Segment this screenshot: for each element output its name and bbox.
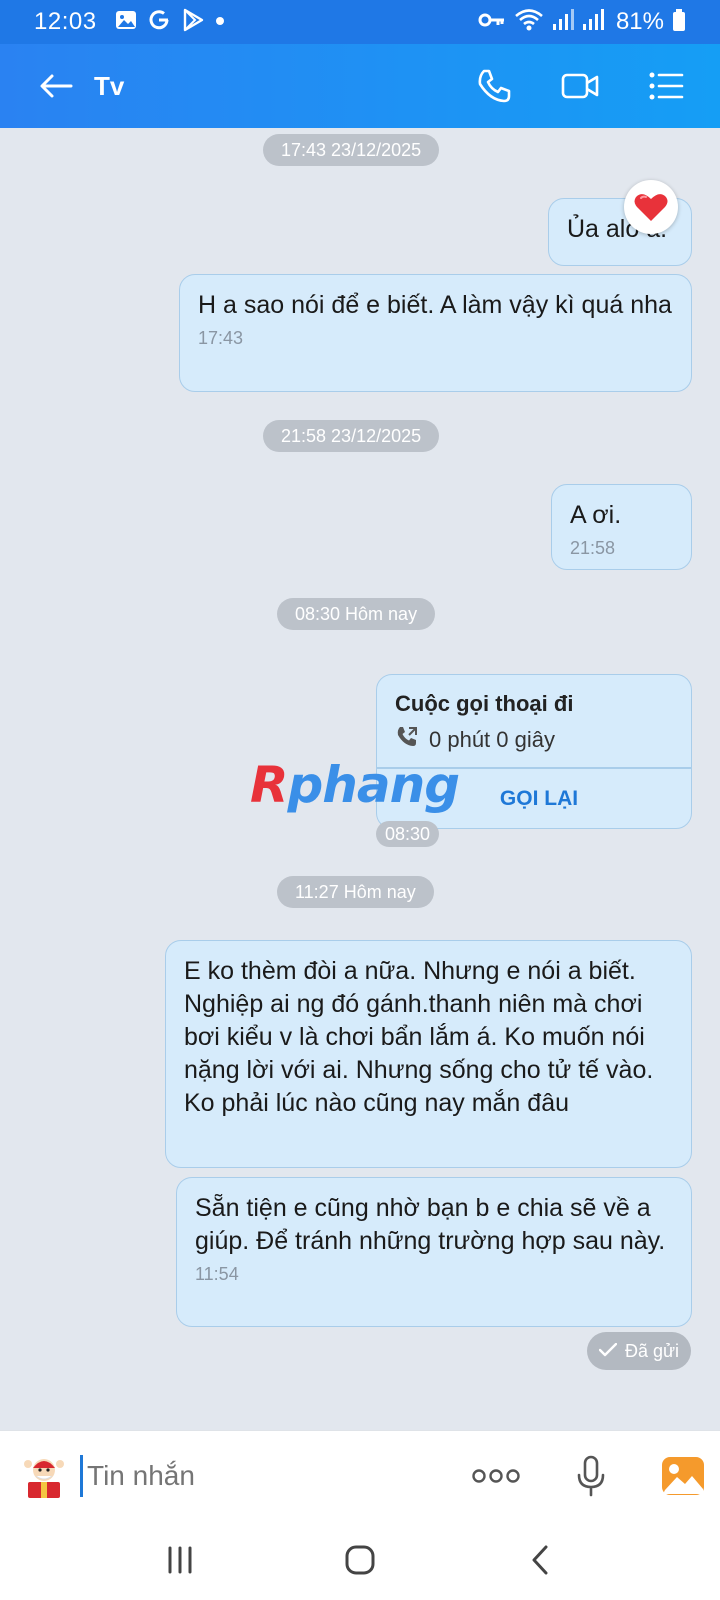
date-separator: 11:27 Hôm nay xyxy=(277,876,434,908)
message-bubble[interactable]: Sẵn tiện e cũng nhờ bạn b e chia sẽ về a… xyxy=(176,1177,692,1327)
chat-header: Tv xyxy=(0,44,720,128)
message-text: E ko thèm đòi a nữa. Nhưng e nói a biết.… xyxy=(184,957,654,1117)
google-icon xyxy=(147,8,171,37)
outgoing-call-icon xyxy=(395,725,419,755)
date-separator: 21:58 23/12/2025 xyxy=(263,420,440,452)
battery-icon xyxy=(672,8,686,37)
call-title: Cuộc gọi thoại đi xyxy=(395,691,574,716)
status-bar: 12:03 81% xyxy=(0,0,720,44)
back-icon[interactable] xyxy=(510,1530,570,1590)
check-icon xyxy=(598,1341,618,1362)
text-cursor xyxy=(80,1454,83,1497)
home-icon[interactable] xyxy=(330,1530,390,1590)
phone-icon[interactable] xyxy=(474,66,514,106)
more-icon[interactable] xyxy=(471,1456,521,1496)
wifi-icon xyxy=(514,8,544,37)
signal-icon xyxy=(552,8,574,37)
message-text: H a sao nói để e biết. A làm vậy kì quá … xyxy=(198,291,672,319)
message-bubble[interactable]: A ơi. 21:58 xyxy=(551,484,692,570)
video-call-icon[interactable] xyxy=(560,66,600,106)
recent-apps-icon[interactable] xyxy=(150,1530,210,1590)
watermark-logo: Rphang xyxy=(250,756,460,814)
message-time: 17:43 xyxy=(198,328,244,348)
sticker-icon[interactable] xyxy=(20,1452,68,1500)
play-store-icon xyxy=(181,8,205,37)
microphone-icon[interactable] xyxy=(571,1452,611,1500)
message-bubble[interactable]: E ko thèm đòi a nữa. Nhưng e nói a biết.… xyxy=(165,940,692,1168)
date-separator: 17:43 23/12/2025 xyxy=(263,134,440,166)
call-time: 08:30 xyxy=(376,821,440,847)
back-arrow-icon[interactable] xyxy=(36,66,76,106)
menu-list-icon[interactable] xyxy=(646,66,686,106)
message-list[interactable]: 17:43 23/12/2025 Ủa alo a. H a sao nói đ… xyxy=(0,128,720,1430)
message-text: A ơi. xyxy=(570,501,622,529)
dot-icon xyxy=(215,13,225,31)
status-time: 12:03 xyxy=(34,8,97,35)
message-text: Sẵn tiện e cũng nhờ bạn b e chia sẽ về a… xyxy=(195,1194,666,1255)
battery-percent: 81% xyxy=(615,8,664,35)
message-time: 21:58 xyxy=(570,538,616,558)
heart-reaction-icon[interactable] xyxy=(624,180,678,234)
sent-status-text: Đã gửi xyxy=(624,1340,680,1361)
message-composer xyxy=(0,1430,720,1520)
message-input[interactable] xyxy=(87,1459,447,1492)
date-separator: 08:30 Hôm nay xyxy=(277,598,436,630)
call-duration: 0 phút 0 giây xyxy=(429,727,555,752)
message-time: 11:54 xyxy=(195,1264,239,1284)
gallery-icon[interactable] xyxy=(661,1454,705,1498)
image-icon xyxy=(115,9,137,36)
sent-status-badge: Đã gửi xyxy=(587,1332,691,1370)
contact-name[interactable]: Tv xyxy=(94,71,124,102)
call-duration-row: 0 phút 0 giây xyxy=(395,725,555,755)
key-icon xyxy=(478,10,506,35)
system-nav-bar xyxy=(0,1520,720,1600)
signal-icon xyxy=(582,8,604,37)
message-bubble[interactable]: H a sao nói để e biết. A làm vậy kì quá … xyxy=(179,274,692,392)
